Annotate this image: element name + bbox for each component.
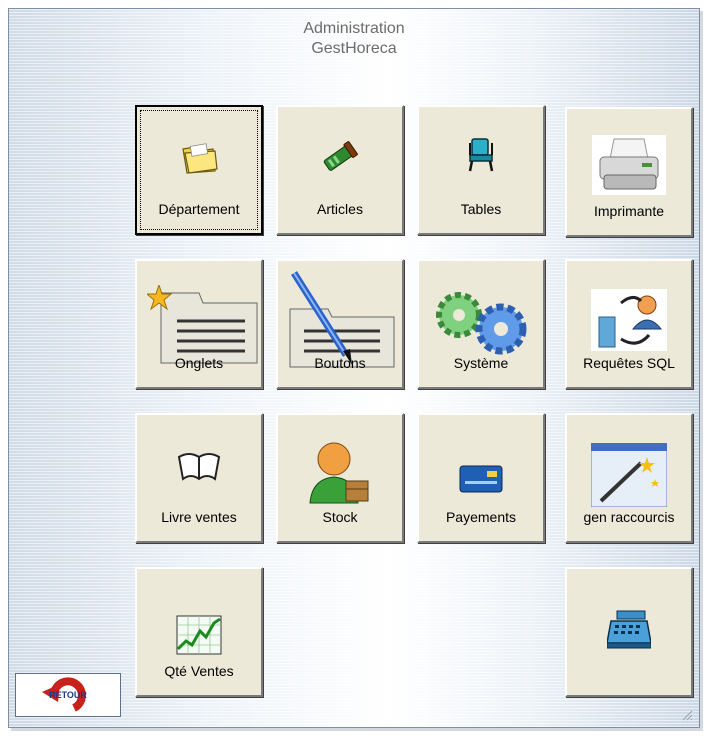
- tile-label: Requêtes SQL: [583, 355, 675, 371]
- payements-button[interactable]: Payements: [417, 413, 545, 543]
- resize-grip-icon[interactable]: [681, 709, 693, 721]
- pen-document-icon: [289, 271, 395, 368]
- qte-ventes-button[interactable]: Qté Ventes: [135, 567, 263, 697]
- tile-label: Système: [453, 355, 509, 371]
- tile-label: Articles: [317, 201, 363, 217]
- chair-icon: [468, 138, 494, 172]
- tabs-document-icon: [147, 285, 258, 364]
- tile-label: Livre ventes: [161, 509, 237, 525]
- gears-icon: [436, 292, 527, 355]
- tables-button[interactable]: Tables: [417, 105, 545, 235]
- articles-button[interactable]: Articles: [276, 105, 404, 235]
- user-box-icon: [309, 442, 369, 504]
- credit-card-icon: [459, 465, 503, 493]
- window-title: Administration GestHoreca: [9, 19, 699, 59]
- retour-button[interactable]: RETOUR: [15, 673, 121, 717]
- cash-register-icon: [607, 610, 651, 649]
- open-book-icon: [177, 453, 221, 481]
- retour-arrow-icon: RETOUR: [42, 677, 87, 712]
- gen-raccourcis-button[interactable]: gen raccourcis: [565, 413, 693, 543]
- boutons-button[interactable]: Boutons: [276, 259, 404, 389]
- magic-wand-icon: [591, 443, 667, 507]
- title-line-2: GestHoreca: [311, 40, 397, 57]
- systeme-button[interactable]: Système: [417, 259, 545, 389]
- livre-ventes-button[interactable]: Livre ventes: [135, 413, 263, 543]
- retour-label: RETOUR: [49, 690, 87, 700]
- imprimante-button[interactable]: Imprimante: [565, 107, 693, 237]
- articles-icon: [323, 141, 358, 171]
- tile-label: Département: [158, 201, 240, 217]
- stock-button[interactable]: Stock: [276, 413, 404, 543]
- tile-label: Onglets: [174, 355, 224, 371]
- tile-label: Boutons: [314, 355, 366, 371]
- tile-label: Tables: [460, 201, 502, 217]
- sales-chart-icon: [176, 615, 222, 655]
- requetes-sql-button[interactable]: Requêtes SQL: [565, 259, 693, 389]
- admin-window: Administration GestHoreca Département Ar…: [8, 8, 700, 728]
- onglets-button[interactable]: Onglets: [135, 259, 263, 389]
- tile-label: Qté Ventes: [164, 663, 234, 679]
- title-line-1: Administration: [303, 20, 405, 37]
- printer-icon: [592, 135, 666, 195]
- database-user-icon: [591, 289, 667, 351]
- tile-label: Stock: [322, 509, 358, 525]
- cash-register-button[interactable]: [565, 567, 693, 697]
- tile-label: Imprimante: [593, 203, 665, 219]
- folder-icon: [182, 143, 218, 174]
- tile-label: gen raccourcis: [583, 509, 675, 525]
- tile-label: Payements: [445, 509, 517, 525]
- departement-button[interactable]: Département: [135, 105, 263, 235]
